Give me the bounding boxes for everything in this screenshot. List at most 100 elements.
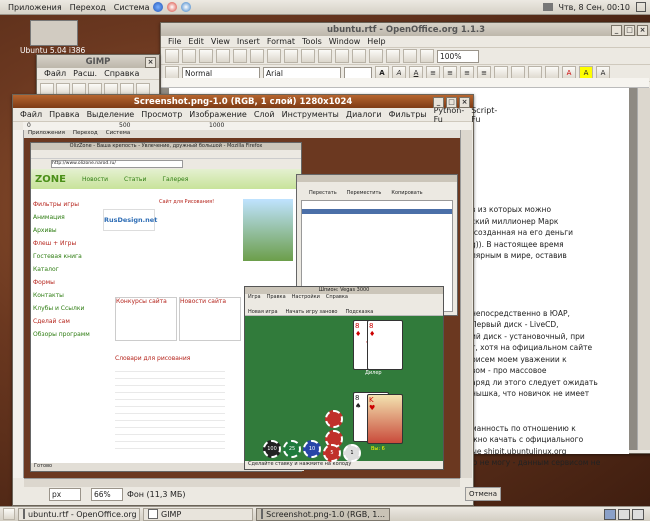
sol-menu-help: Справка xyxy=(325,294,348,300)
gi-menu-file[interactable]: Файл xyxy=(20,110,42,119)
gimp-toolbox-titlebar[interactable]: GIMP × xyxy=(37,55,159,68)
player-card-king: K ♥ xyxy=(367,394,403,444)
oo-menu-edit[interactable]: Edit xyxy=(188,37,204,46)
minimize-button[interactable]: _ xyxy=(611,25,622,36)
gimp-image-titlebar[interactable]: Screenshot.png-1.0 (RGB, 1 слой) 1280x10… xyxy=(13,95,473,108)
new-doc-icon[interactable] xyxy=(165,49,179,63)
inner-solitaire-status: Сделайте ставку и нажмите на колоду xyxy=(248,461,352,467)
oo-menu-tools[interactable]: Tools xyxy=(302,37,322,46)
chip-10: 10 xyxy=(303,440,321,458)
maximize-button[interactable]: □ xyxy=(624,25,635,36)
zoom-select[interactable]: 100% xyxy=(437,49,479,63)
network-icon[interactable] xyxy=(542,3,553,11)
oo-menu-window[interactable]: Window xyxy=(329,37,361,46)
system-tray: Чтв, 8 Сен, 00:10 xyxy=(542,0,646,14)
sol-menu-settings: Настройки xyxy=(291,294,320,300)
inner-rusdesign-logo: RusDesign.net xyxy=(103,209,157,231)
close-button[interactable]: × xyxy=(637,25,648,36)
ruler-mark-0: 0 xyxy=(27,122,31,129)
oo-menu-help[interactable]: Help xyxy=(367,37,385,46)
gi-menu-view[interactable]: Просмотр xyxy=(141,110,182,119)
copy-icon[interactable] xyxy=(301,49,315,63)
logout-icon[interactable] xyxy=(636,2,646,12)
edit-icon[interactable] xyxy=(216,49,230,63)
paste-icon[interactable] xyxy=(318,49,332,63)
gimp-menu-xtns[interactable]: Расш. xyxy=(73,69,97,78)
gi-menu-python[interactable]: Python-Fu xyxy=(434,106,465,124)
inner-fm-move: Переместить xyxy=(346,190,382,196)
gi-menu-select[interactable]: Выделение xyxy=(87,110,135,119)
inner-left-link: Гостевая книга xyxy=(33,253,82,260)
task-gimp[interactable]: GIMP xyxy=(143,507,253,521)
unit-select[interactable]: px xyxy=(49,487,81,501)
gi-menu-dialogs[interactable]: Диалоги xyxy=(346,110,382,119)
gi-menu-tools[interactable]: Инструменты xyxy=(282,110,339,119)
doc-line: ю не могу - данным сервисом не xyxy=(471,458,601,467)
gimp-menu-file[interactable]: Файл xyxy=(44,69,66,78)
close-button[interactable]: × xyxy=(145,57,156,68)
inner-solitaire-menubar: Игра Правка Настройки Справка xyxy=(245,294,443,301)
desktop-icon-disc[interactable] xyxy=(30,20,78,46)
zoom-select[interactable]: 66% xyxy=(91,487,123,501)
pdf-icon[interactable] xyxy=(233,49,247,63)
oo-menu-view[interactable]: View xyxy=(211,37,230,46)
help-launcher-icon[interactable] xyxy=(167,2,178,12)
minimize-button[interactable]: _ xyxy=(433,97,444,108)
print-icon[interactable] xyxy=(250,49,264,63)
show-desktop-icon[interactable] xyxy=(3,508,15,520)
oo-menu-file[interactable]: File xyxy=(168,37,181,46)
chip-5: 5 xyxy=(323,444,341,462)
openoffice-titlebar[interactable]: ubuntu.rtf - OpenOffice.org 1.1.3 _ □ × xyxy=(161,23,650,36)
hyperlink-icon[interactable] xyxy=(369,49,383,63)
redo-icon[interactable] xyxy=(352,49,366,63)
table-icon[interactable] xyxy=(386,49,400,63)
menu-places[interactable]: Переход xyxy=(70,3,106,12)
openoffice-title: ubuntu.rtf - OpenOffice.org 1.1.3 xyxy=(326,24,486,35)
inner-nav-news: Новости xyxy=(81,175,109,183)
task-gimp-label: GIMP xyxy=(161,509,182,519)
close-button[interactable]: × xyxy=(459,97,470,108)
oo-menu-insert[interactable]: Insert xyxy=(237,37,260,46)
inner-news-box: Новости сайта xyxy=(179,297,241,341)
menu-applications[interactable]: Приложения xyxy=(8,3,62,12)
mail-launcher-icon[interactable] xyxy=(181,2,192,12)
gi-menu-layer[interactable]: Слой xyxy=(254,110,275,119)
clock[interactable]: Чтв, 8 Сен, 00:10 xyxy=(559,3,630,12)
doc-line: манность по отношению к xyxy=(471,423,576,433)
cancel-button[interactable]: Отмена xyxy=(465,487,501,501)
task-openoffice[interactable]: ubuntu.rtf - OpenOffice.org 1.1.3 xyxy=(18,507,140,521)
gallery-icon[interactable] xyxy=(420,49,434,63)
gi-menu-script[interactable]: Script-Fu xyxy=(471,106,497,124)
browser-launcher-icon[interactable] xyxy=(153,2,164,12)
undo-icon[interactable] xyxy=(335,49,349,63)
player-label: Вы: 6 xyxy=(371,446,385,452)
inner-menu-applications: Приложения xyxy=(28,130,65,136)
chip-25: 25 xyxy=(283,440,301,458)
task-screenshot[interactable]: Screenshot.png-1.0 (RGB, 1... xyxy=(256,507,390,521)
gimp-vertical-ruler[interactable] xyxy=(13,130,24,478)
open-icon[interactable] xyxy=(182,49,196,63)
inner-left-link: Фильтры игры xyxy=(33,201,79,208)
gi-menu-image[interactable]: Изображение xyxy=(189,110,247,119)
workspace-switcher[interactable] xyxy=(604,508,644,520)
ruler-mark-500: 500 xyxy=(119,122,131,129)
oo-ruler[interactable] xyxy=(161,78,649,88)
gimp-menu-help[interactable]: Справка xyxy=(104,69,139,78)
gimp-image-menubar: Файл Правка Выделение Просмотр Изображен… xyxy=(13,106,497,124)
menu-system[interactable]: Система xyxy=(114,3,150,12)
spellcheck-icon[interactable] xyxy=(267,49,281,63)
cut-icon[interactable] xyxy=(284,49,298,63)
maximize-button[interactable]: □ xyxy=(446,97,457,108)
oo-menu-format[interactable]: Format xyxy=(267,37,295,46)
gimp-vertical-scrollbar[interactable] xyxy=(460,130,472,478)
doc-line: лярным в мире, оставив xyxy=(471,251,567,260)
oo-vertical-scrollbar[interactable] xyxy=(637,88,650,450)
gi-menu-filters[interactable]: Фильтры xyxy=(389,110,427,119)
doc-line: (созданная на его деньги xyxy=(471,228,574,237)
inner-left-link: Обзоры программ xyxy=(33,331,90,338)
gi-menu-edit[interactable]: Правка xyxy=(49,110,79,119)
save-icon[interactable] xyxy=(199,49,213,63)
oo-visible-text: в из которых можно ский миллионер Марк (со… xyxy=(471,204,617,469)
navigator-icon[interactable] xyxy=(403,49,417,63)
gimp-image-title: Screenshot.png-1.0 (RGB, 1 слой) 1280x10… xyxy=(133,96,353,107)
